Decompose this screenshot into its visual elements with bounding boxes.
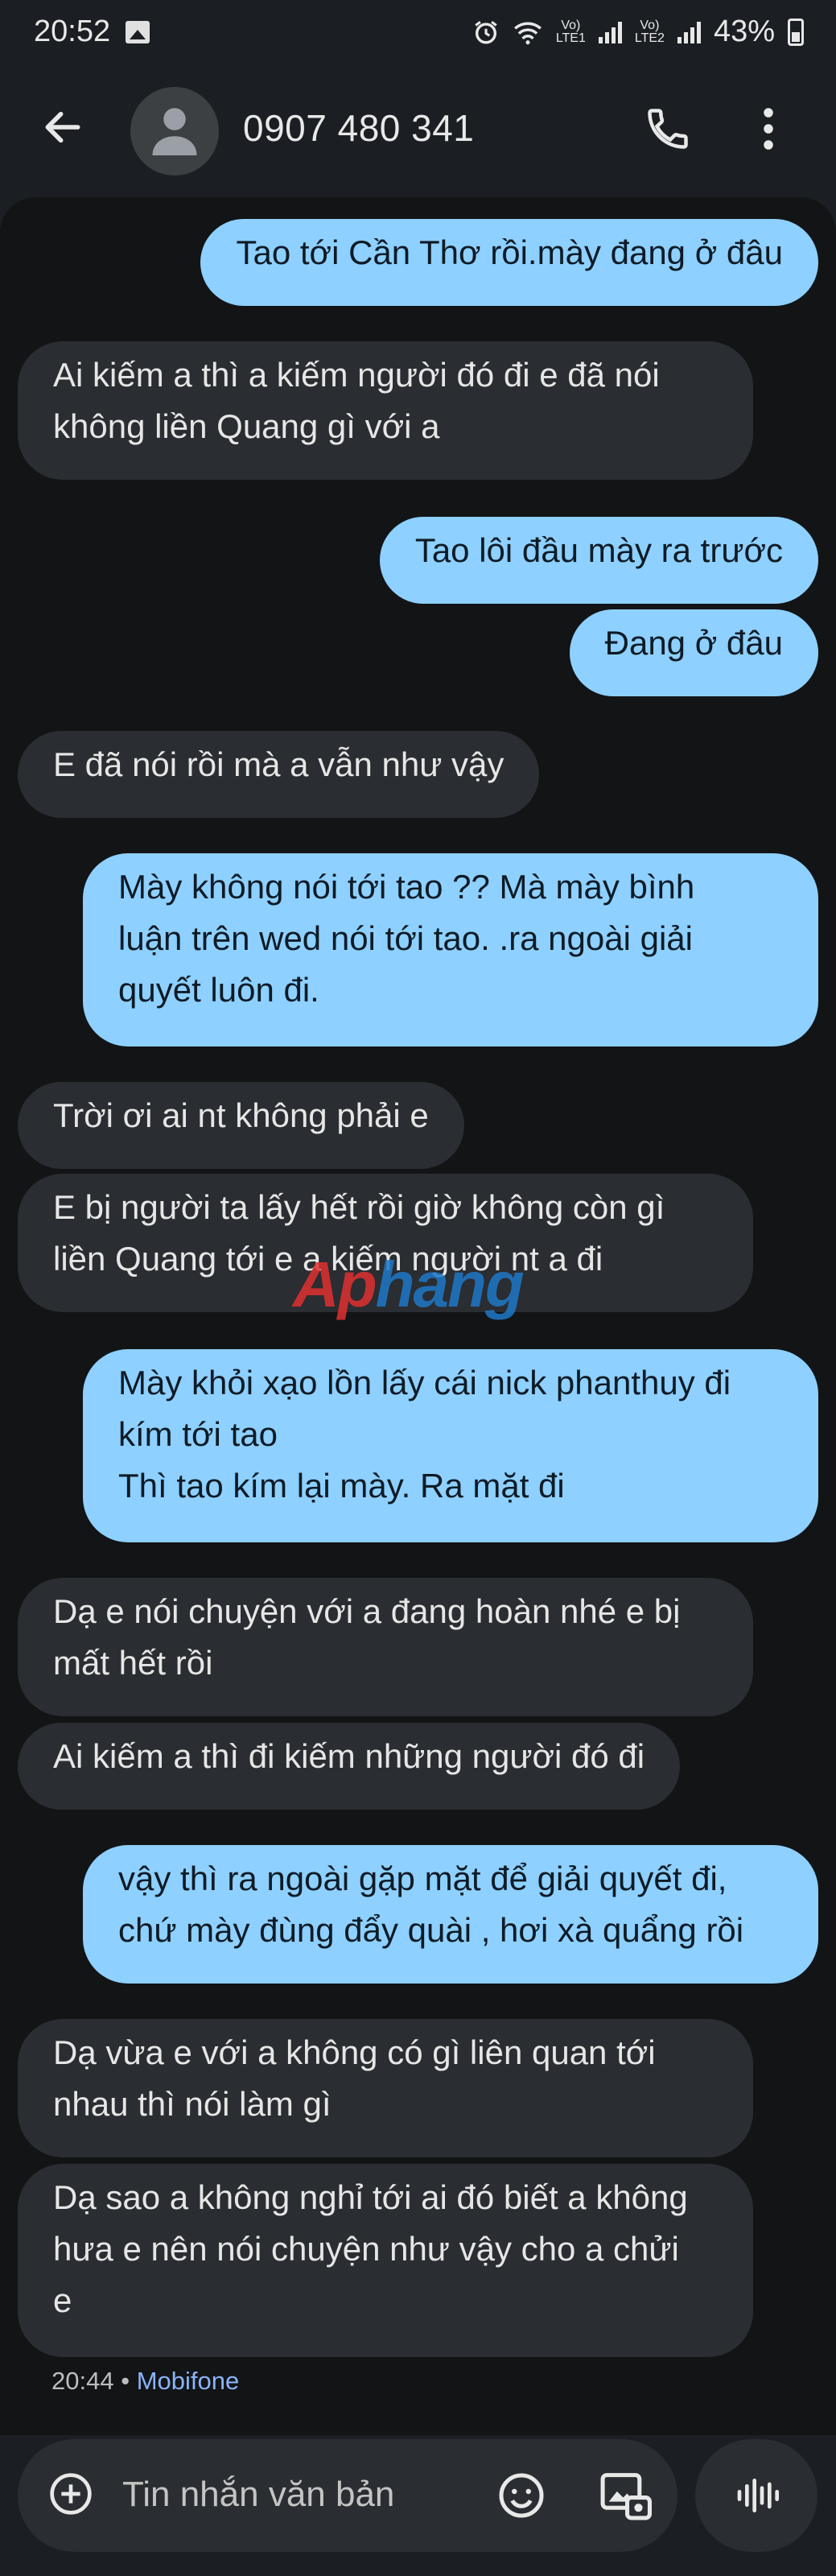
voice-message-button[interactable] (695, 2439, 817, 2552)
emoji-icon[interactable] (497, 2471, 546, 2520)
message-bubble-incoming[interactable]: E đã nói rồi mà a vẫn như vậy (18, 731, 540, 818)
back-arrow-icon[interactable] (40, 105, 85, 150)
message-bubble-incoming[interactable]: Dạ sao a không nghỉ tới ai đó biết a khô… (18, 2164, 753, 2357)
add-icon[interactable] (48, 2471, 93, 2516)
signal-icon (598, 21, 622, 43)
battery-icon (788, 18, 804, 46)
message-bubble-incoming[interactable]: Dạ vừa e với a không có gì liên quan tới… (18, 2019, 753, 2157)
status-indicators: Vo) LTE1 Vo) LTE2 43% (472, 14, 804, 49)
compose-bar: Tin nhắn văn bản (18, 2439, 677, 2552)
watermark-part2: hang (375, 1249, 525, 1320)
message-bubble-outgoing[interactable]: Tao lôi đầu mày ra trước (379, 517, 818, 604)
person-icon (152, 108, 197, 155)
message-meta: 20:44 • Mobifone (51, 2367, 239, 2396)
contact-name[interactable]: 0907 480 341 (243, 106, 474, 150)
more-vert-icon[interactable] (756, 105, 780, 153)
gallery-icon[interactable] (599, 2470, 652, 2521)
status-bar: 20:52 Vo) LTE1 Vo) LTE2 43% (0, 0, 836, 72)
signal-icon (677, 21, 701, 43)
phone-icon[interactable] (644, 105, 692, 153)
message-bubble-outgoing[interactable]: vậy thì ra ngoài gặp mặt để giải quyết đ… (83, 1845, 818, 1984)
message-input[interactable]: Tin nhắn văn bản (122, 2475, 394, 2515)
message-bubble-outgoing[interactable]: Mày khỏi xạo lồn lấy cái nick phanthuy đ… (83, 1349, 818, 1542)
status-time: 20:52 (34, 14, 111, 48)
message-bubble-outgoing[interactable]: Đang ở đâu (569, 609, 818, 696)
message-bubble-incoming[interactable]: Dạ e nói chuyện với a đang hoàn nhé e bị… (18, 1578, 753, 1716)
message-bubble-outgoing[interactable]: Mày không nói tới tao ?? Mà mày bình luậ… (83, 853, 818, 1046)
message-bubble-incoming[interactable]: Ai kiếm a thì đi kiếm những người đó đi (18, 1723, 681, 1810)
watermark-part1: Ap (293, 1249, 377, 1320)
alarm-icon (475, 20, 497, 43)
battery-percent: 43% (713, 14, 775, 48)
image-icon (126, 21, 150, 43)
voice-icon (737, 2479, 779, 2512)
message-bubble-outgoing[interactable]: Tao tới Cần Thơ rồi.mày đang ở đâu (200, 219, 818, 306)
app-bar: 0907 480 341 (0, 72, 836, 185)
sim1-label: Vo) LTE1 (555, 18, 586, 45)
sim2-label: Vo) LTE2 (634, 18, 665, 45)
avatar[interactable] (130, 87, 219, 175)
message-time: 20:44 (51, 2367, 114, 2395)
carrier-name: Mobifone (136, 2367, 240, 2395)
wifi-icon (513, 22, 542, 44)
watermark-logo: Aphang (293, 1248, 525, 1322)
message-bubble-incoming[interactable]: Ai kiếm a thì a kiếm người đó đi e đã nó… (18, 341, 753, 480)
meta-separator: • (121, 2367, 130, 2395)
message-bubble-incoming[interactable]: Trời ơi ai nt không phải e (18, 1082, 464, 1169)
